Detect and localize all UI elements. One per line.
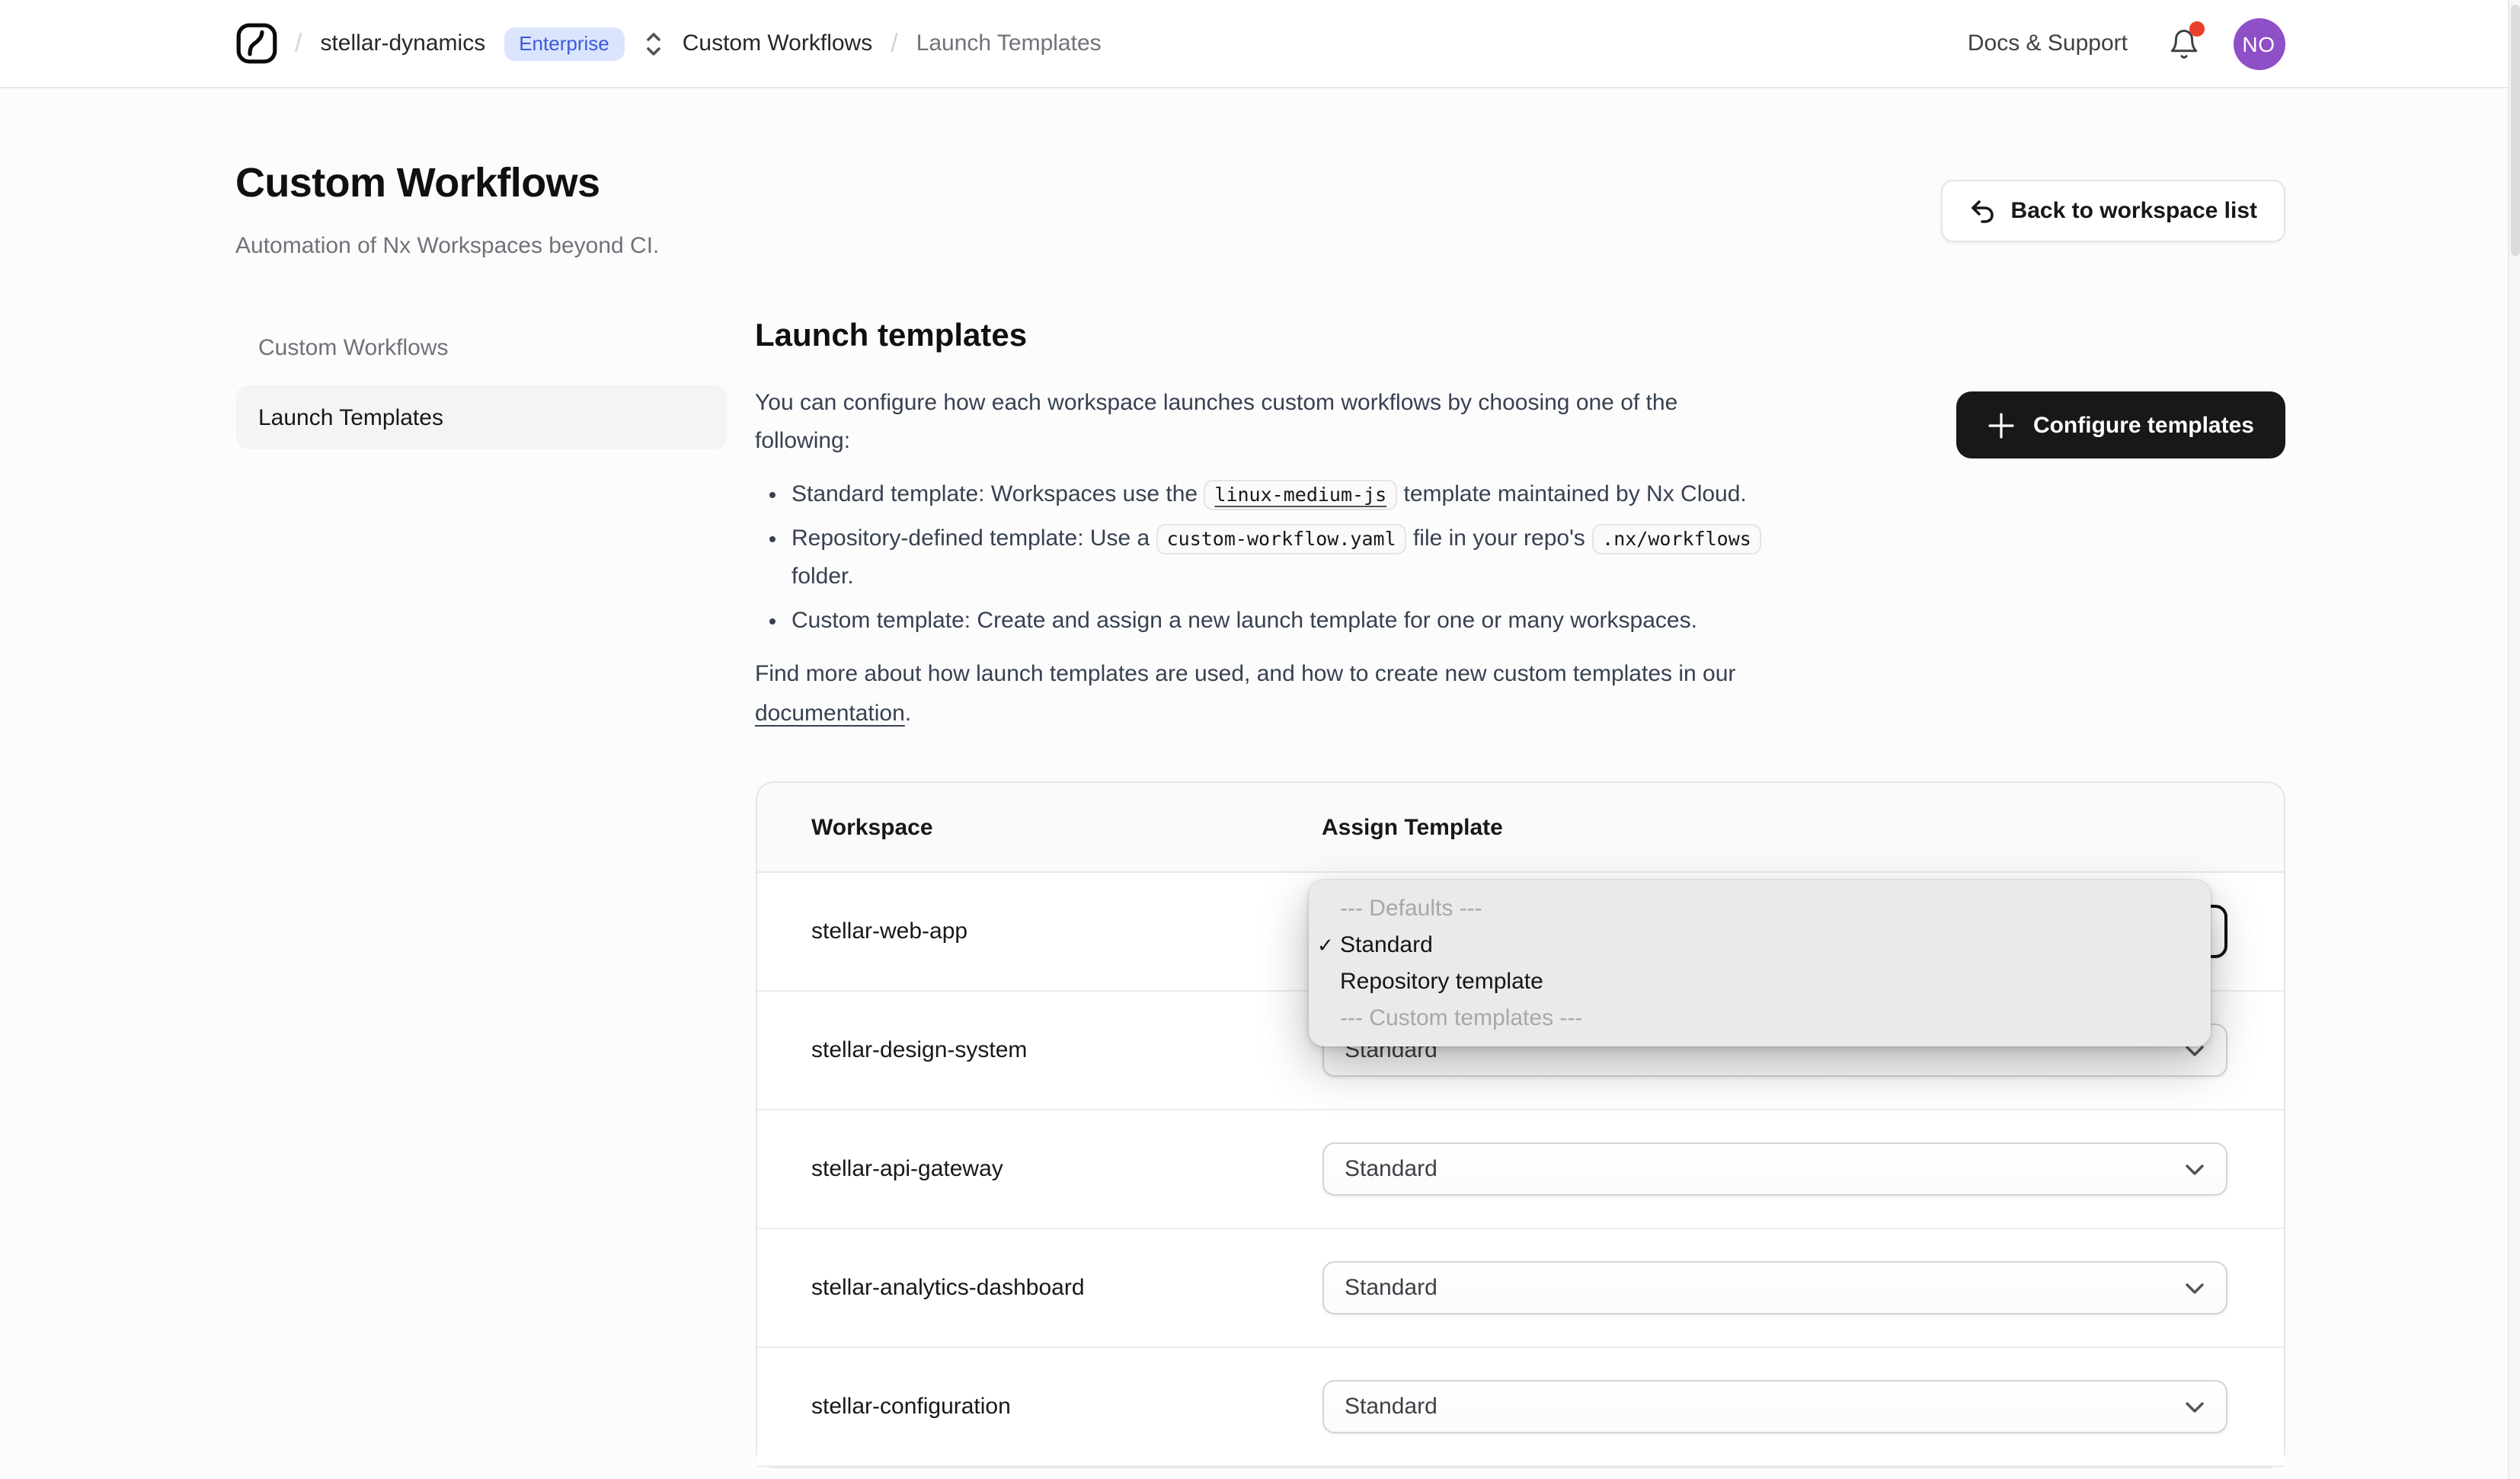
notification-dot	[2189, 21, 2204, 36]
dropdown-group-defaults: --- Defaults ---	[1340, 896, 1482, 922]
breadcrumb-org[interactable]: stellar-dynamics	[320, 30, 485, 56]
app-window: / stellar-dynamics Enterprise Custom Wor…	[0, 0, 2520, 1479]
list-item: Repository-defined template: Use a custo…	[791, 519, 1820, 596]
window-scrollbar	[2508, 0, 2520, 1479]
check-icon: ✓	[1317, 934, 1334, 957]
workspace-name: stellar-analytics-dashboard	[811, 1275, 1085, 1301]
template-options-list: Standard template: Workspaces use the li…	[791, 475, 1820, 640]
workspace-name: stellar-configuration	[811, 1394, 1011, 1420]
workspace-name: stellar-design-system	[811, 1037, 1028, 1063]
settings-sidebar: Custom Workflows Launch Templates	[235, 315, 726, 455]
list-item: Standard template: Workspaces use the li…	[791, 475, 1820, 513]
column-header-workspace: Workspace	[811, 814, 933, 840]
page-title: Custom Workflows	[235, 160, 600, 206]
section-heading: Launch templates	[755, 318, 1028, 353]
chevron-down-icon	[2184, 1163, 2204, 1175]
sidebar-item-launch-templates[interactable]: Launch Templates	[235, 385, 726, 449]
configure-templates-button[interactable]: Configure templates	[1956, 391, 2285, 458]
table-header-row: Workspace Assign Template	[756, 783, 2283, 873]
dropdown-option-repository-template[interactable]: Repository template	[1308, 964, 2210, 1001]
intro-text: You can configure how each workspace lau…	[755, 390, 1678, 454]
table-row: stellar-configuration Standard	[756, 1348, 2283, 1467]
table-row: stellar-analytics-dashboard Standard	[756, 1229, 2283, 1348]
workspace-name: stellar-web-app	[811, 918, 968, 944]
back-to-workspace-list-button[interactable]: Back to workspace list	[1940, 180, 2285, 242]
workspace-name: stellar-api-gateway	[811, 1156, 1003, 1182]
breadcrumb-separator: /	[891, 28, 898, 57]
chevron-down-icon	[2184, 1401, 2204, 1413]
column-header-assign-template: Assign Template	[1322, 814, 1503, 840]
template-select[interactable]: Standard	[1322, 1380, 2227, 1433]
code-chip-custom-workflow-yaml: custom-workflow.yaml	[1156, 524, 1407, 554]
page-subtitle: Automation of Nx Workspaces beyond CI.	[235, 233, 660, 259]
table-row: stellar-api-gateway Standard	[756, 1110, 2283, 1229]
code-chip-linux-medium-js[interactable]: linux-medium-js	[1204, 480, 1398, 510]
docs-support-link[interactable]: Docs & Support	[1968, 30, 2128, 56]
chevron-down-icon	[2184, 1282, 2204, 1294]
configure-button-label: Configure templates	[2032, 412, 2254, 438]
list-item: Custom template: Create and assign a new…	[791, 602, 1820, 640]
back-arrow-icon	[1968, 197, 1996, 225]
plus-icon	[1988, 410, 2016, 439]
scrollbar-thumb[interactable]	[2511, 5, 2520, 256]
documentation-link[interactable]: documentation	[755, 701, 905, 727]
enterprise-badge: Enterprise	[504, 27, 625, 60]
breadcrumb-page: Launch Templates	[916, 30, 1102, 56]
template-dropdown-menu: --- Defaults --- ✓ Standard Repository t…	[1308, 880, 2210, 1046]
top-nav: / stellar-dynamics Enterprise Custom Wor…	[0, 0, 2520, 88]
dropdown-group-custom-templates: --- Custom templates ---	[1340, 1005, 1583, 1031]
back-button-label: Back to workspace list	[2010, 198, 2257, 224]
select-value: Standard	[1345, 1156, 1437, 1182]
template-select[interactable]: Standard	[1322, 1142, 2227, 1196]
select-value: Standard	[1345, 1394, 1437, 1420]
sidebar-item-custom-workflows[interactable]: Custom Workflows	[235, 315, 726, 379]
notifications-bell-icon[interactable]	[2167, 21, 2204, 60]
template-select[interactable]: Standard	[1322, 1261, 2227, 1314]
workspace-switcher-icon[interactable]	[643, 28, 664, 59]
select-value: Standard	[1345, 1275, 1437, 1301]
breadcrumb-separator: /	[295, 28, 302, 57]
workspace-template-table: Workspace Assign Template stellar-web-ap…	[755, 781, 2285, 1468]
nx-cloud-logo-icon[interactable]	[235, 23, 277, 64]
breadcrumb-section[interactable]: Custom Workflows	[683, 30, 873, 56]
find-more-text: Find more about how launch templates are…	[755, 661, 1736, 727]
dropdown-option-standard[interactable]: ✓ Standard	[1308, 928, 2210, 964]
avatar[interactable]: NO	[2233, 18, 2285, 69]
code-chip-nx-workflows: .nx/workflows	[1591, 524, 1762, 554]
